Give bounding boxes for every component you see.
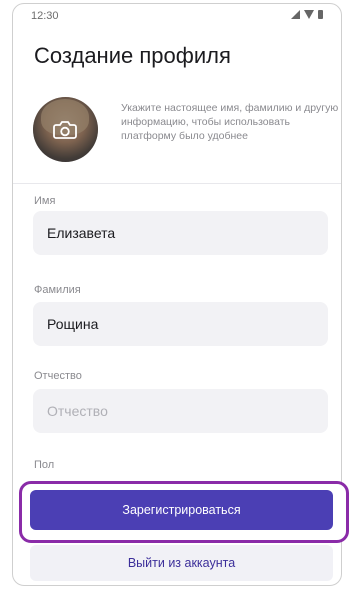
camera-icon	[53, 121, 77, 139]
register-button[interactable]: Зарегистрироваться	[30, 490, 333, 530]
battery-icon	[318, 10, 323, 19]
avatar-upload[interactable]	[33, 97, 98, 162]
signal-icon	[291, 10, 300, 19]
first-name-value: Елизавета	[47, 225, 116, 241]
logout-button[interactable]: Выйти из аккаунта	[30, 545, 333, 581]
last-name-value: Рощина	[47, 316, 99, 332]
page-title: Создание профиля	[34, 43, 231, 68]
wifi-icon	[304, 10, 314, 19]
profile-info-text: Укажите настоящее имя, фамилию и другую …	[121, 102, 339, 142]
status-bar: 12:30	[13, 4, 341, 26]
patronymic-placeholder: Отчество	[47, 403, 108, 419]
gender-label: Пол	[34, 459, 55, 471]
status-time: 12:30	[31, 10, 59, 22]
last-name-field[interactable]: Рощина	[33, 302, 328, 346]
last-name-label: Фамилия	[34, 284, 81, 296]
first-name-field[interactable]: Елизавета	[33, 211, 328, 255]
first-name-label: Имя	[34, 195, 56, 207]
divider	[13, 183, 341, 184]
status-icons	[291, 10, 323, 19]
patronymic-field[interactable]: Отчество	[33, 389, 328, 433]
patronymic-label: Отчество	[34, 370, 82, 382]
